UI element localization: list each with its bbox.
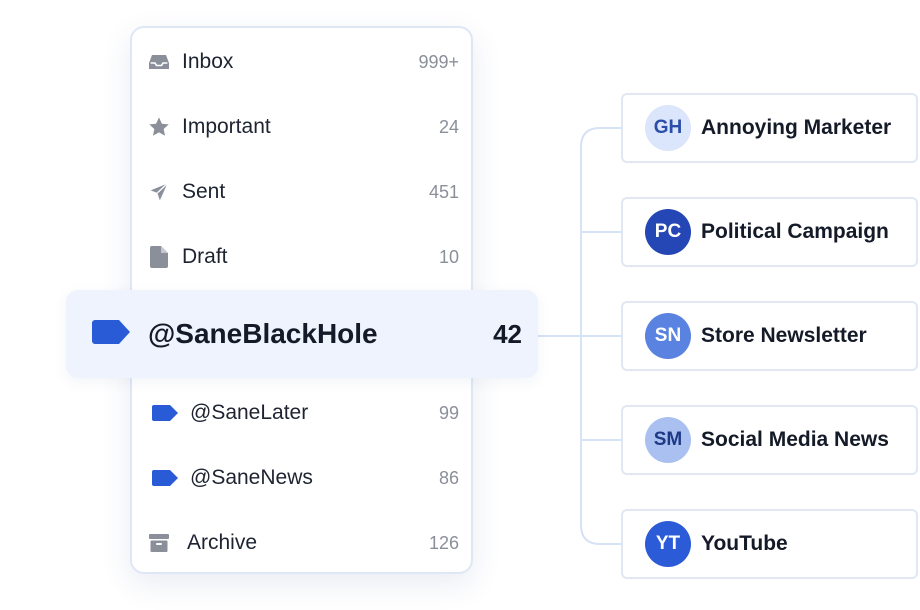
sender-card[interactable]: SN Store Newsletter	[621, 301, 918, 371]
folder-label: Important	[182, 115, 271, 138]
highlight-count: 42	[493, 318, 522, 349]
folder-label: Sent	[182, 180, 226, 203]
folder-label: Archive	[187, 531, 258, 554]
folder-item-sent[interactable]: Sent 451	[132, 172, 471, 212]
avatar: YT	[645, 521, 691, 567]
star-icon	[148, 116, 170, 138]
highlight-label: @SaneBlackHole	[148, 318, 378, 349]
sender-card[interactable]: GH Annoying Marketer	[621, 93, 918, 163]
folder-item-inbox[interactable]: Inbox 999+	[132, 42, 471, 82]
sender-card[interactable]: PC Political Campaign	[621, 197, 918, 267]
folder-item-sanelater[interactable]: @SaneLater 99	[132, 393, 471, 433]
tag-icon	[152, 402, 178, 424]
inbox-icon	[148, 51, 170, 73]
sender-name: YouTube	[701, 532, 788, 555]
avatar: PC	[645, 209, 691, 255]
folder-count: 451	[428, 181, 459, 202]
folder-count: 126	[428, 532, 459, 553]
folder-item-draft[interactable]: Draft 10	[132, 237, 471, 277]
tag-icon	[152, 467, 178, 489]
avatar: SN	[645, 313, 691, 359]
avatar: GH	[645, 105, 691, 151]
archive-icon	[148, 532, 170, 554]
tag-icon	[92, 319, 130, 349]
avatar: SM	[645, 417, 691, 463]
folder-label: @SaneLater	[190, 401, 309, 424]
folder-item-archive[interactable]: Archive 126	[132, 523, 471, 563]
folder-label: @SaneNews	[190, 466, 313, 489]
folder-count: 99	[438, 402, 459, 423]
folder-count: 999+	[418, 51, 459, 72]
file-icon	[148, 246, 170, 268]
sender-name: Political Campaign	[701, 220, 889, 243]
sender-card[interactable]: YT YouTube	[621, 509, 918, 579]
sender-name: Store Newsletter	[701, 324, 867, 347]
sender-name: Social Media News	[701, 428, 889, 451]
folder-item-sanenews[interactable]: @SaneNews 86	[132, 458, 471, 498]
highlighted-label-saneblackhole[interactable]: @SaneBlackHole 42	[66, 290, 538, 378]
folder-label: Inbox	[182, 50, 234, 73]
send-icon	[148, 181, 170, 203]
sender-name: Annoying Marketer	[701, 116, 892, 139]
sender-card[interactable]: SM Social Media News	[621, 405, 918, 475]
folder-label: Draft	[182, 245, 228, 268]
folder-count: 86	[438, 467, 459, 488]
folder-count: 10	[438, 246, 459, 267]
folder-count: 24	[438, 116, 459, 137]
folder-item-important[interactable]: Important 24	[132, 107, 471, 147]
